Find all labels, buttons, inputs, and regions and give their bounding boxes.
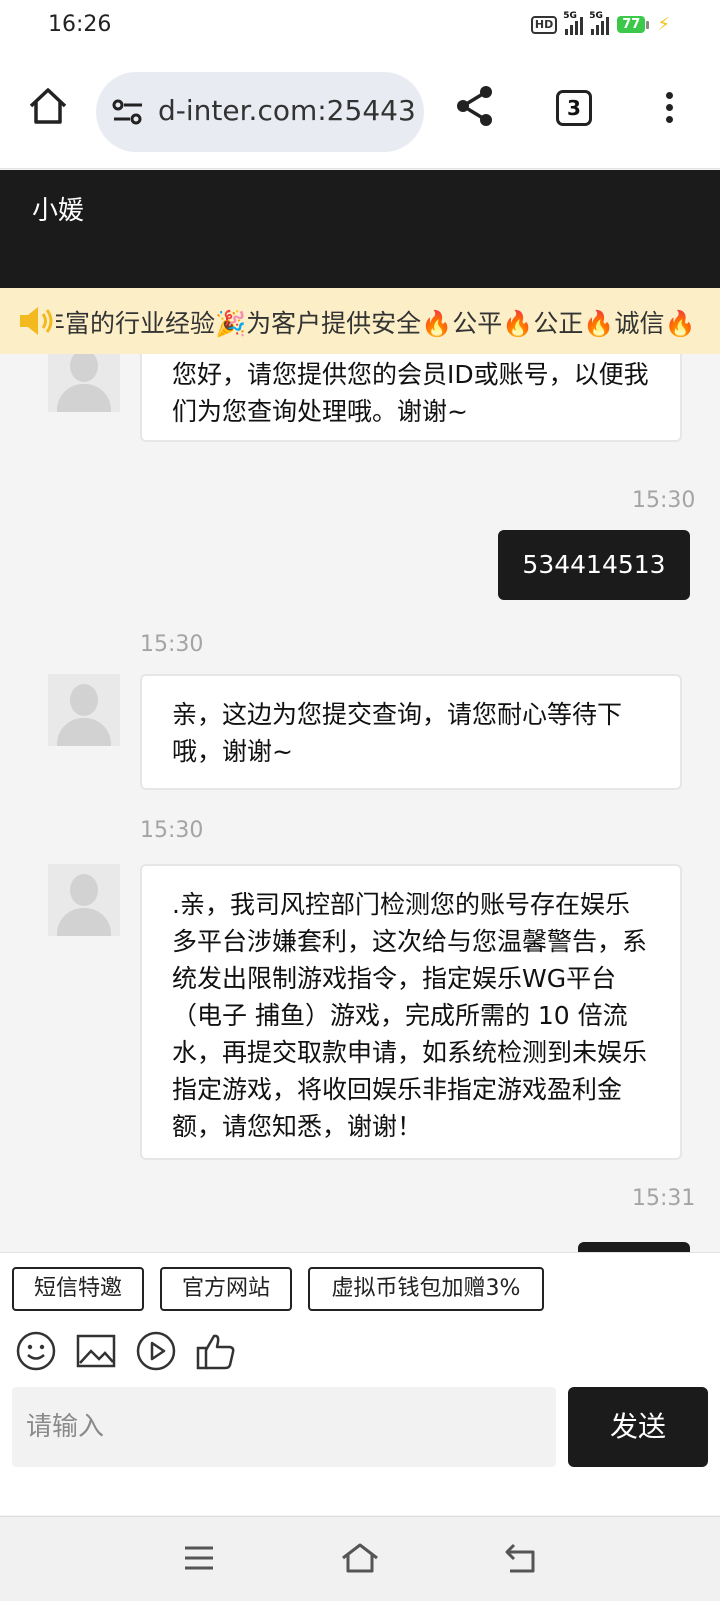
marquee-text: 丰富的行业经验🎉为客户提供安全🔥公平🔥公正🔥诚信🔥 [40, 309, 696, 338]
announcement-marquee: 丰富的行业经验🎉为客户提供安全🔥公平🔥公正🔥诚信🔥 [0, 288, 720, 354]
message-bubble-outgoing: 534414513 [498, 530, 690, 600]
send-button[interactable]: 发送 [568, 1387, 708, 1467]
message-time: 15:30 [140, 818, 204, 843]
emoji-icon[interactable] [14, 1329, 58, 1373]
browser-toolbar: d-inter.com:25443 3 [0, 56, 720, 169]
video-icon[interactable] [134, 1329, 178, 1373]
message-time: 15:30 [632, 488, 696, 513]
message-time: 15:31 [632, 1186, 696, 1211]
share-button[interactable] [454, 84, 496, 132]
url-text: d-inter.com:25443 [158, 94, 416, 127]
browser-home-button[interactable] [26, 84, 70, 128]
message-time: 15:30 [140, 632, 204, 657]
agent-avatar [48, 354, 120, 412]
battery-icon: 77 [617, 16, 650, 33]
message-input[interactable] [12, 1387, 556, 1467]
status-bar: 16:26 HD 5G 5G 77 ⚡ [0, 0, 720, 56]
chat-input-panel: 短信特邀 官方网站 虚拟币钱包加赠3% 发送 [0, 1252, 720, 1515]
agent-name: 小媛 [32, 196, 85, 226]
message-bubble-incoming: .亲，我司风控部门检测您的账号存在娱乐多平台涉嫌套利，这次给与您温馨警告，系统发… [140, 864, 682, 1160]
message-bubble-incoming: 亲，这边为您提交查询，请您耐心等待下哦，谢谢~ [140, 674, 682, 790]
quick-reply-sms-invite[interactable]: 短信特邀 [12, 1267, 144, 1311]
share-icon [457, 86, 492, 126]
signal-icon: 5G [563, 11, 584, 35]
back-icon[interactable] [502, 1541, 538, 1575]
status-time: 16:26 [48, 12, 112, 37]
agent-avatar [48, 864, 120, 936]
tab-switcher-button[interactable]: 3 [556, 90, 592, 126]
message-bubble-incoming: 您好，请您提供您的会员ID或账号，以便我们为您查询处理哦。谢谢~ [140, 354, 682, 442]
speaker-icon [16, 304, 56, 338]
signal-icon-2: 5G [589, 11, 610, 35]
hd-voice-icon: HD [530, 15, 558, 34]
charging-icon: ⚡ [657, 14, 670, 35]
status-indicators: HD 5G 5G 77 ⚡ [530, 11, 670, 35]
quick-reply-official-site[interactable]: 官方网站 [160, 1267, 292, 1311]
image-icon[interactable] [74, 1329, 118, 1373]
thumbs-up-icon[interactable] [194, 1329, 238, 1373]
menu-icon[interactable] [182, 1543, 216, 1573]
address-bar[interactable]: d-inter.com:25443 [96, 72, 424, 152]
site-settings-icon[interactable] [112, 98, 144, 126]
home-icon[interactable] [340, 1541, 380, 1575]
more-menu-button[interactable] [666, 92, 674, 128]
message-text: 亲，这边为您提交查询，请您耐心等待下哦，谢谢~ [172, 700, 623, 766]
message-bubble-outgoing [578, 1242, 690, 1252]
system-navigation-bar [0, 1516, 720, 1601]
chat-header: 小媛 [0, 170, 720, 288]
home-icon [29, 88, 67, 124]
message-text: 534414513 [522, 550, 666, 579]
agent-avatar [48, 674, 120, 746]
message-text: 您好，请您提供您的会员ID或账号，以便我们为您查询处理哦。谢谢~ [172, 360, 649, 426]
quick-reply-crypto-bonus[interactable]: 虚拟币钱包加赠3% [308, 1267, 544, 1311]
chat-messages[interactable]: 您好，请您提供您的会员ID或账号，以便我们为您查询处理哦。谢谢~ 15:30 5… [0, 354, 720, 1252]
message-text: .亲，我司风控部门检测您的账号存在娱乐多平台涉嫌套利，这次给与您温馨警告，系统发… [172, 890, 648, 1141]
more-icon [666, 92, 673, 99]
